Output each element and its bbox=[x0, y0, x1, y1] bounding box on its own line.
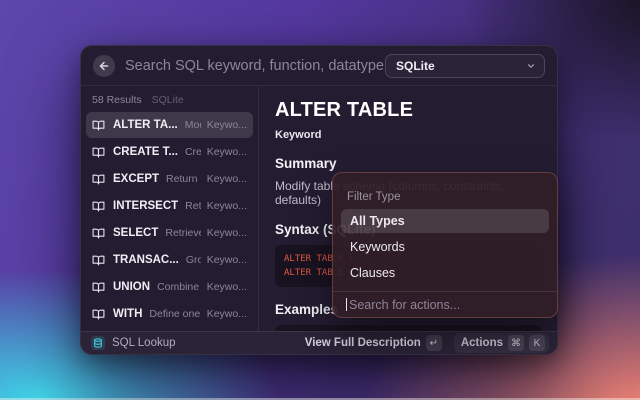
results-engine-label: SQLite bbox=[152, 94, 184, 106]
filter-dropdown-overlay: Filter Type All Types Keywords Clauses S… bbox=[332, 172, 558, 318]
list-item-type: Keywo... bbox=[207, 308, 247, 320]
actions-search-placeholder: Search for actions... bbox=[349, 298, 460, 312]
search-input[interactable]: Search SQL keyword, function, datatype, … bbox=[125, 58, 385, 74]
book-open-icon bbox=[92, 281, 105, 294]
engine-select-value: SQLite bbox=[396, 59, 526, 73]
list-item-type: Keywo... bbox=[207, 146, 247, 158]
text-caret bbox=[346, 298, 347, 311]
detail-title: ALTER TABLE bbox=[275, 99, 541, 122]
app-name: SQL Lookup bbox=[112, 337, 176, 349]
book-open-icon bbox=[92, 119, 105, 132]
command-key-hint: ⌘ bbox=[508, 335, 524, 351]
back-button[interactable] bbox=[93, 55, 115, 77]
list-item-type: Keywo... bbox=[207, 254, 247, 266]
book-open-icon bbox=[92, 173, 105, 186]
list-item-type: Keywo... bbox=[207, 173, 247, 185]
list-item-desc: Retrieve colu... bbox=[165, 227, 200, 239]
list-item-desc: Define one or m... bbox=[149, 308, 200, 320]
filter-option-keywords[interactable]: Keywords bbox=[341, 235, 549, 259]
list-item-type: Keywo... bbox=[207, 200, 247, 212]
primary-action-button[interactable]: View Full Description bbox=[305, 337, 421, 349]
book-open-icon bbox=[92, 146, 105, 159]
list-item-type: Keywo... bbox=[207, 227, 247, 239]
list-item-name: TRANSAC... bbox=[113, 254, 179, 266]
k-key-hint: K bbox=[529, 335, 545, 351]
list-item[interactable]: ALTER TA... Modify ta... Keywo... bbox=[86, 112, 253, 138]
list-item-desc: Combine resul... bbox=[157, 281, 201, 293]
actions-search-input[interactable]: Search for actions... bbox=[333, 292, 557, 317]
list-item-name: WITH bbox=[113, 308, 142, 320]
list-item-name: UNION bbox=[113, 281, 150, 293]
list-item[interactable]: EXCEPT Return rows f... Keywo... bbox=[86, 166, 253, 192]
list-item[interactable]: TRANSAC... Group st... Keywo... bbox=[86, 247, 253, 273]
arrow-left-icon bbox=[98, 60, 110, 72]
list-item-desc: Return rows f... bbox=[166, 173, 201, 185]
list-item-desc: Group st... bbox=[186, 254, 201, 266]
list-item-desc: Return ro... bbox=[185, 200, 201, 212]
return-key-hint: ↵ bbox=[426, 335, 442, 351]
list-item[interactable]: INTERSECT Return ro... Keywo... bbox=[86, 193, 253, 219]
list-item-name: CREATE T... bbox=[113, 146, 178, 158]
list-item[interactable]: UNION Combine resul... Keywo... bbox=[86, 274, 253, 300]
filter-section-header: Filter Type bbox=[333, 191, 557, 203]
summary-heading: Summary bbox=[275, 156, 541, 171]
filter-option-all-types[interactable]: All Types bbox=[341, 209, 549, 233]
results-count: 58 Results bbox=[92, 94, 142, 106]
actions-label: Actions bbox=[461, 337, 503, 349]
actions-button[interactable]: Actions ⌘ K bbox=[454, 333, 549, 353]
book-open-icon bbox=[92, 200, 105, 213]
list-item-type: Keywo... bbox=[207, 281, 247, 293]
list-item[interactable]: SELECT Retrieve colu... Keywo... bbox=[86, 220, 253, 246]
list-item-name: EXCEPT bbox=[113, 173, 159, 185]
list-item[interactable]: WITH Define one or m... Keywo... bbox=[86, 301, 253, 327]
list-item-name: SELECT bbox=[113, 227, 158, 239]
list-item-desc: Create a... bbox=[185, 146, 201, 158]
list-item-name: INTERSECT bbox=[113, 200, 178, 212]
search-bar: Search SQL keyword, function, datatype, … bbox=[81, 46, 557, 86]
action-bar: SQL Lookup View Full Description ↵ Actio… bbox=[81, 331, 557, 354]
results-list-header: 58 Results SQLite bbox=[86, 92, 253, 112]
list-item-type: Keywo... bbox=[207, 119, 247, 131]
book-open-icon bbox=[92, 308, 105, 321]
results-list: 58 Results SQLite ALTER TA... Modify ta.… bbox=[81, 86, 259, 331]
book-open-icon bbox=[92, 254, 105, 267]
filter-option-clauses[interactable]: Clauses bbox=[341, 261, 549, 285]
engine-select-dropdown[interactable]: SQLite bbox=[385, 54, 545, 78]
detail-type-badge: Keyword bbox=[275, 129, 541, 141]
book-open-icon bbox=[92, 227, 105, 240]
list-item[interactable]: CREATE T... Create a... Keywo... bbox=[86, 139, 253, 165]
list-item-name: ALTER TA... bbox=[113, 119, 178, 131]
chevron-down-icon bbox=[526, 61, 536, 71]
database-icon bbox=[91, 336, 105, 350]
list-item-desc: Modify ta... bbox=[185, 119, 201, 131]
